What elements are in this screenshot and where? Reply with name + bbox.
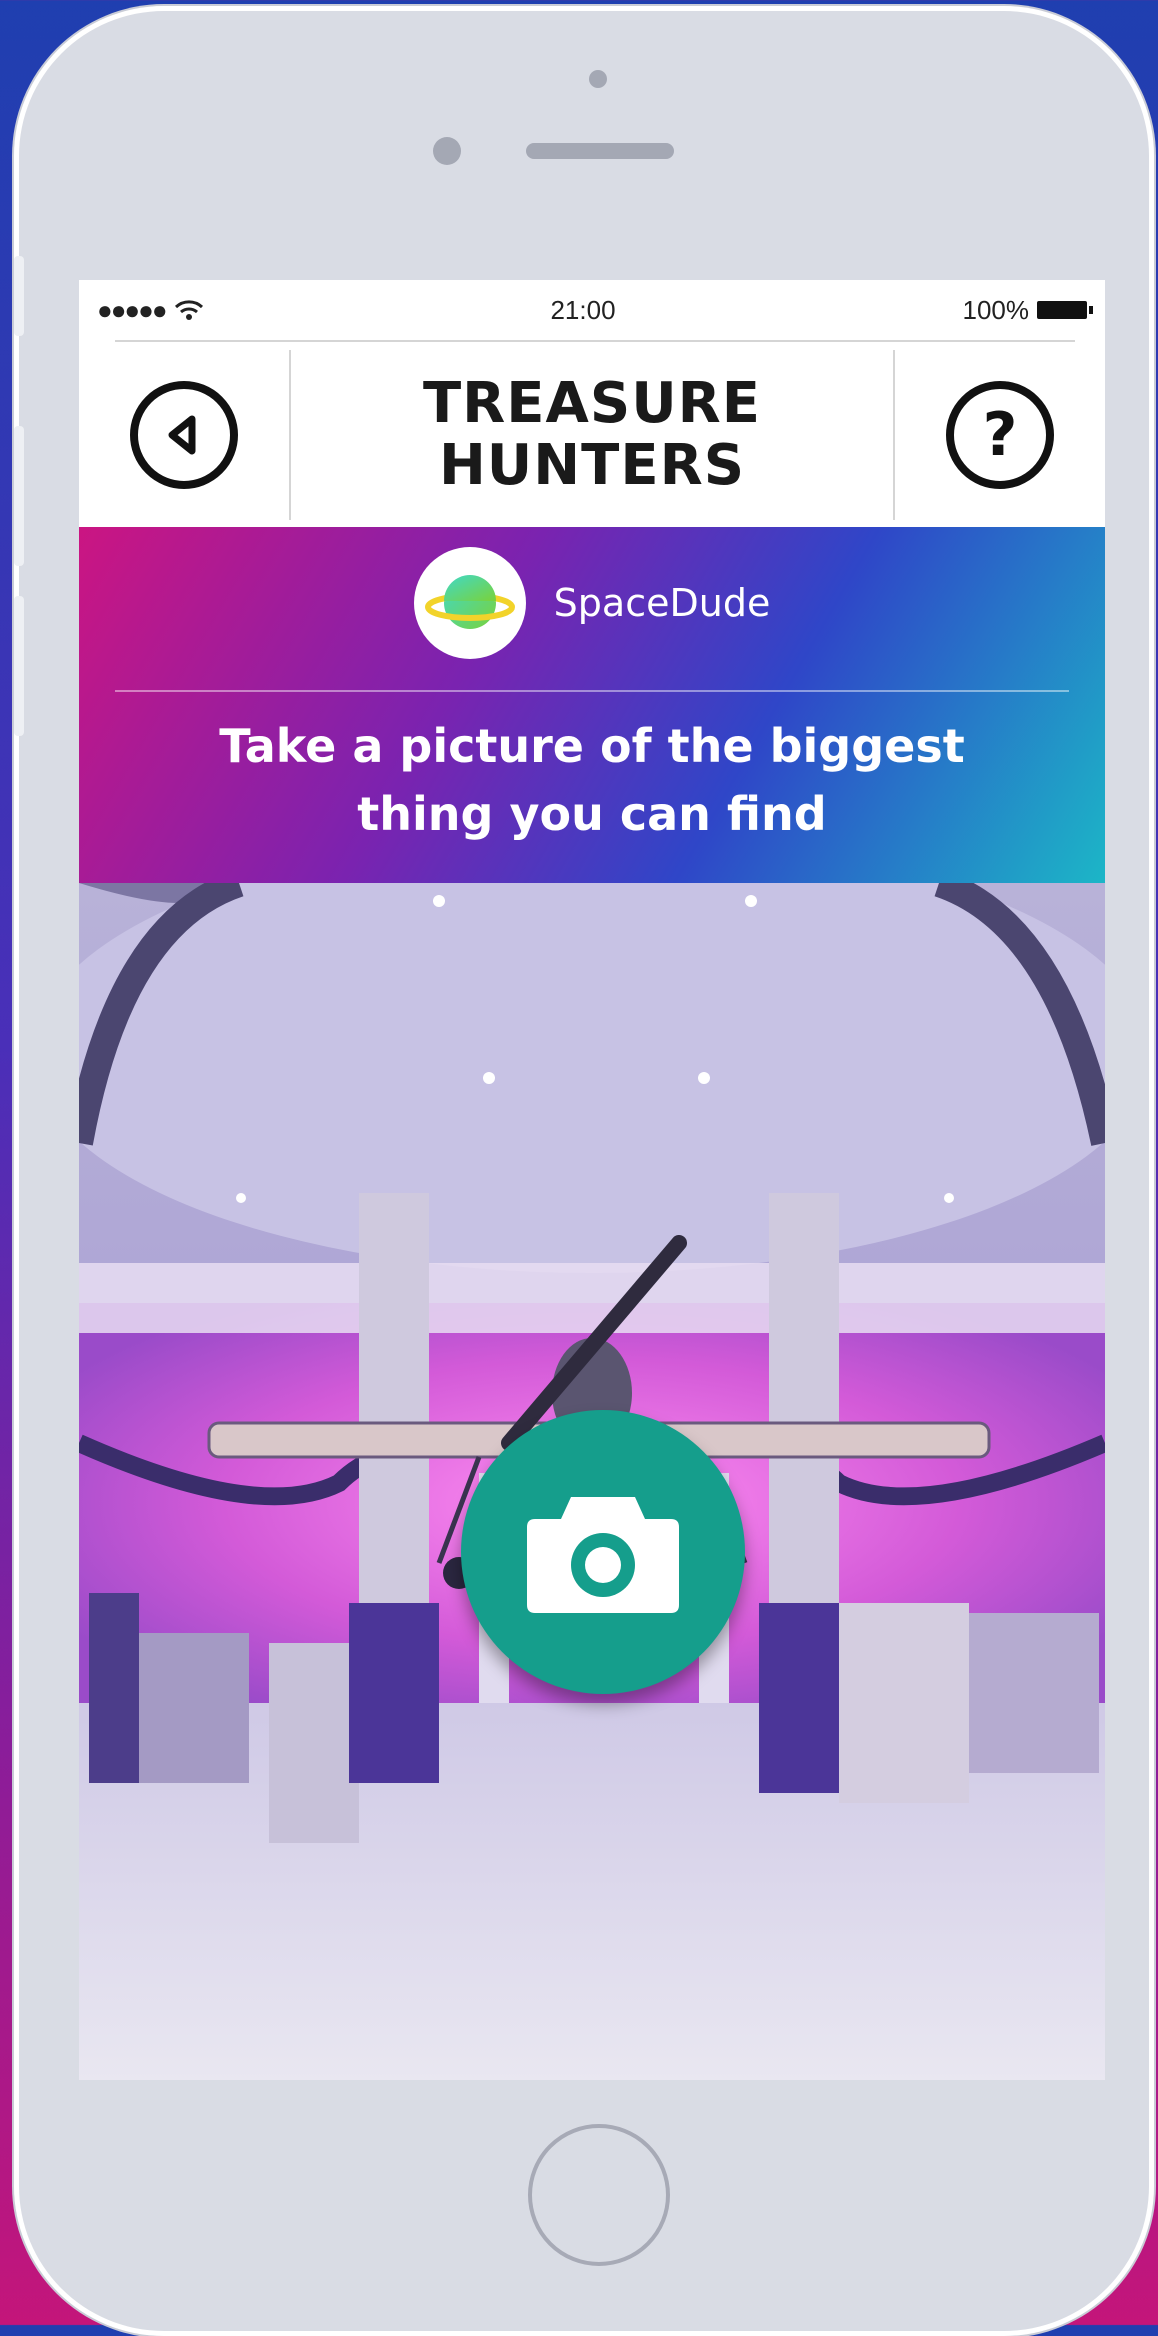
panel-divider	[115, 690, 1069, 692]
player-row: SpaceDude	[79, 547, 1105, 659]
mute-switch	[14, 256, 24, 336]
battery-icon	[1036, 301, 1093, 319]
suspended-wing-plane	[79, 1263, 1105, 1333]
signal-strength: ●●●●●	[97, 294, 168, 325]
ceiling-dome	[79, 883, 1105, 1273]
challenge-text: Take a picture of the biggest thing you …	[119, 712, 1065, 848]
status-time: 21:00	[550, 294, 616, 325]
help-icon: ?	[982, 399, 1018, 470]
camera-icon	[527, 1497, 679, 1613]
avatar[interactable]	[413, 547, 526, 659]
challenge-panel: SpaceDude Take a picture of the biggest …	[79, 527, 1105, 883]
page-title: TREASURE HUNTERS	[291, 370, 893, 498]
nav-bar: TREASURE HUNTERS ?	[79, 342, 1105, 527]
volume-up-button	[14, 426, 24, 566]
app-screen: ●●●●● 21:00 100% TREASURE HUNTERS ? Spac…	[79, 280, 1105, 2080]
planet-icon	[424, 575, 515, 629]
front-camera	[433, 137, 461, 165]
title-line-2: HUNTERS	[438, 432, 746, 498]
status-bar: ●●●●● 21:00 100%	[79, 280, 1105, 340]
help-button[interactable]: ?	[946, 380, 1054, 489]
challenge-line-2: thing you can find	[357, 787, 827, 841]
back-button[interactable]	[130, 380, 238, 489]
battery-percentage: 100%	[962, 294, 1029, 325]
home-button[interactable]	[528, 2124, 670, 2266]
back-arrow-icon	[168, 415, 196, 454]
info-panel-right	[759, 1603, 849, 1793]
wifi-icon	[174, 300, 203, 320]
volume-down-button	[14, 596, 24, 736]
earpiece-speaker	[526, 143, 674, 159]
challenge-line-1: Take a picture of the biggest	[219, 719, 965, 773]
front-sensor	[589, 70, 607, 88]
title-line-1: TREASURE	[422, 370, 762, 436]
shutter-button[interactable]	[461, 1410, 745, 1694]
player-username: SpaceDude	[553, 581, 771, 625]
info-panel-left	[349, 1603, 439, 1783]
